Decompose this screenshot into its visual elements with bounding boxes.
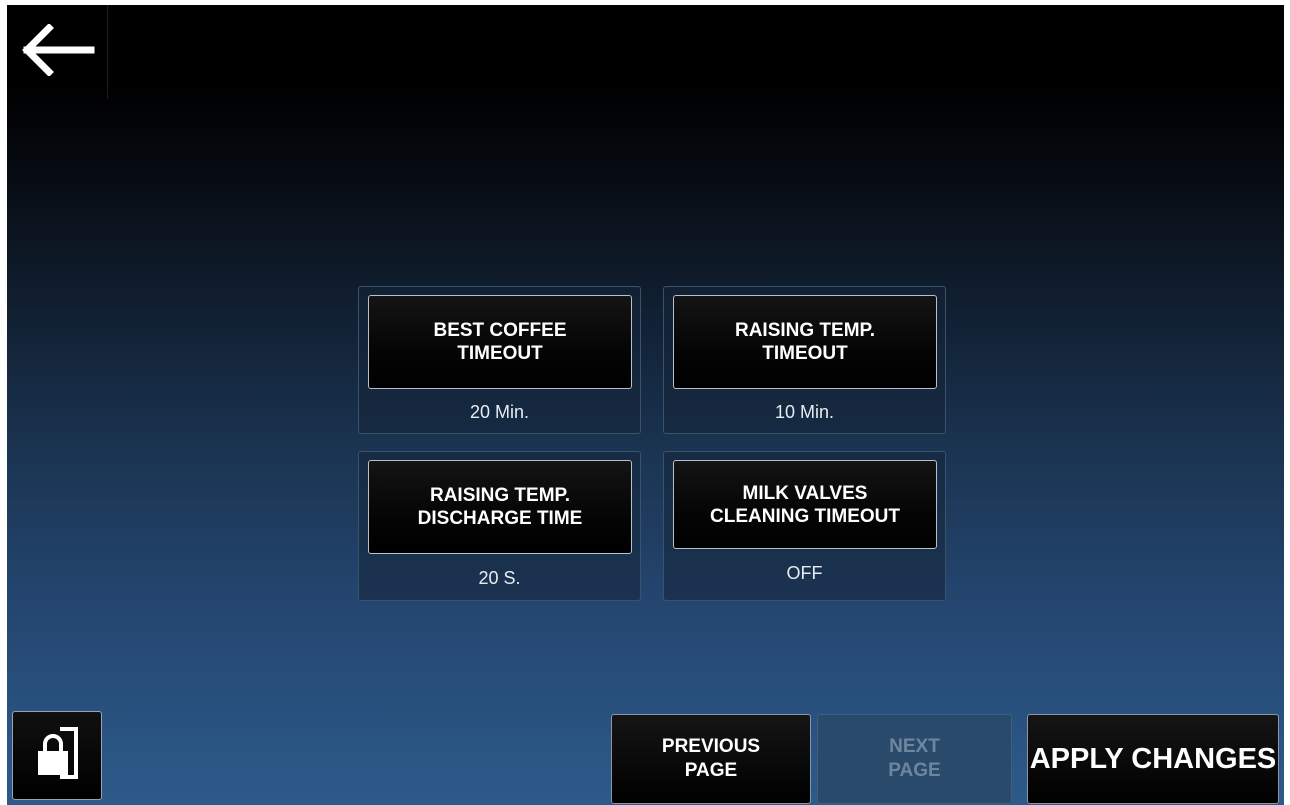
lock-exit-icon [32,725,82,786]
setting-label-line2: CLEANING TIMEOUT [710,505,900,527]
next-page-label-line1: NEXT [889,736,940,757]
setting-label-line2: TIMEOUT [457,343,543,364]
setting-value: OFF [786,563,823,583]
settings-screen: BEST COFFEE TIMEOUT 20 Min. RAISING TEMP… [7,5,1284,805]
setting-label-line1: RAISING TEMP. [734,320,876,341]
previous-page-button[interactable]: PREVIOUS PAGE [611,714,811,804]
setting-label-line1: RAISING TEMP. [429,485,571,506]
setting-value: 10 Min. [774,402,835,422]
setting-label-line1: BEST COFFEE [433,320,567,341]
apply-changes-label: APPLY CHANGES [1029,742,1277,775]
previous-page-label-line2: PAGE [684,760,738,781]
setting-card-raising-temp-discharge-time: RAISING TEMP. DISCHARGE TIME 20 S. [358,451,641,601]
setting-value: 20 Min. [469,402,530,422]
arrow-left-icon [19,22,95,81]
apply-changes-button[interactable]: APPLY CHANGES [1027,714,1279,804]
setting-label-line2: DISCHARGE TIME [417,508,583,529]
best-coffee-timeout-button[interactable]: BEST COFFEE TIMEOUT [368,295,632,389]
setting-label-line1: MILK VALVES [742,482,868,504]
previous-page-label-line1: PREVIOUS [661,736,761,757]
setting-value: 20 S. [478,568,521,588]
setting-card-milk-valves-cleaning-timeout: MILK VALVES CLEANING TIMEOUT OFF [663,451,946,601]
milk-valves-cleaning-timeout-button[interactable]: MILK VALVES CLEANING TIMEOUT [673,460,937,549]
lock-exit-button[interactable] [12,711,102,800]
setting-card-raising-temp-timeout: RAISING TEMP. TIMEOUT 10 Min. [663,286,946,434]
back-button[interactable] [7,5,108,99]
next-page-button[interactable]: NEXT PAGE [817,714,1012,804]
setting-label-line2: TIMEOUT [762,343,848,364]
raising-temp-discharge-time-button[interactable]: RAISING TEMP. DISCHARGE TIME [368,460,632,554]
raising-temp-timeout-button[interactable]: RAISING TEMP. TIMEOUT [673,295,937,389]
next-page-label-line2: PAGE [888,760,941,781]
setting-card-best-coffee-timeout: BEST COFFEE TIMEOUT 20 Min. [358,286,641,434]
